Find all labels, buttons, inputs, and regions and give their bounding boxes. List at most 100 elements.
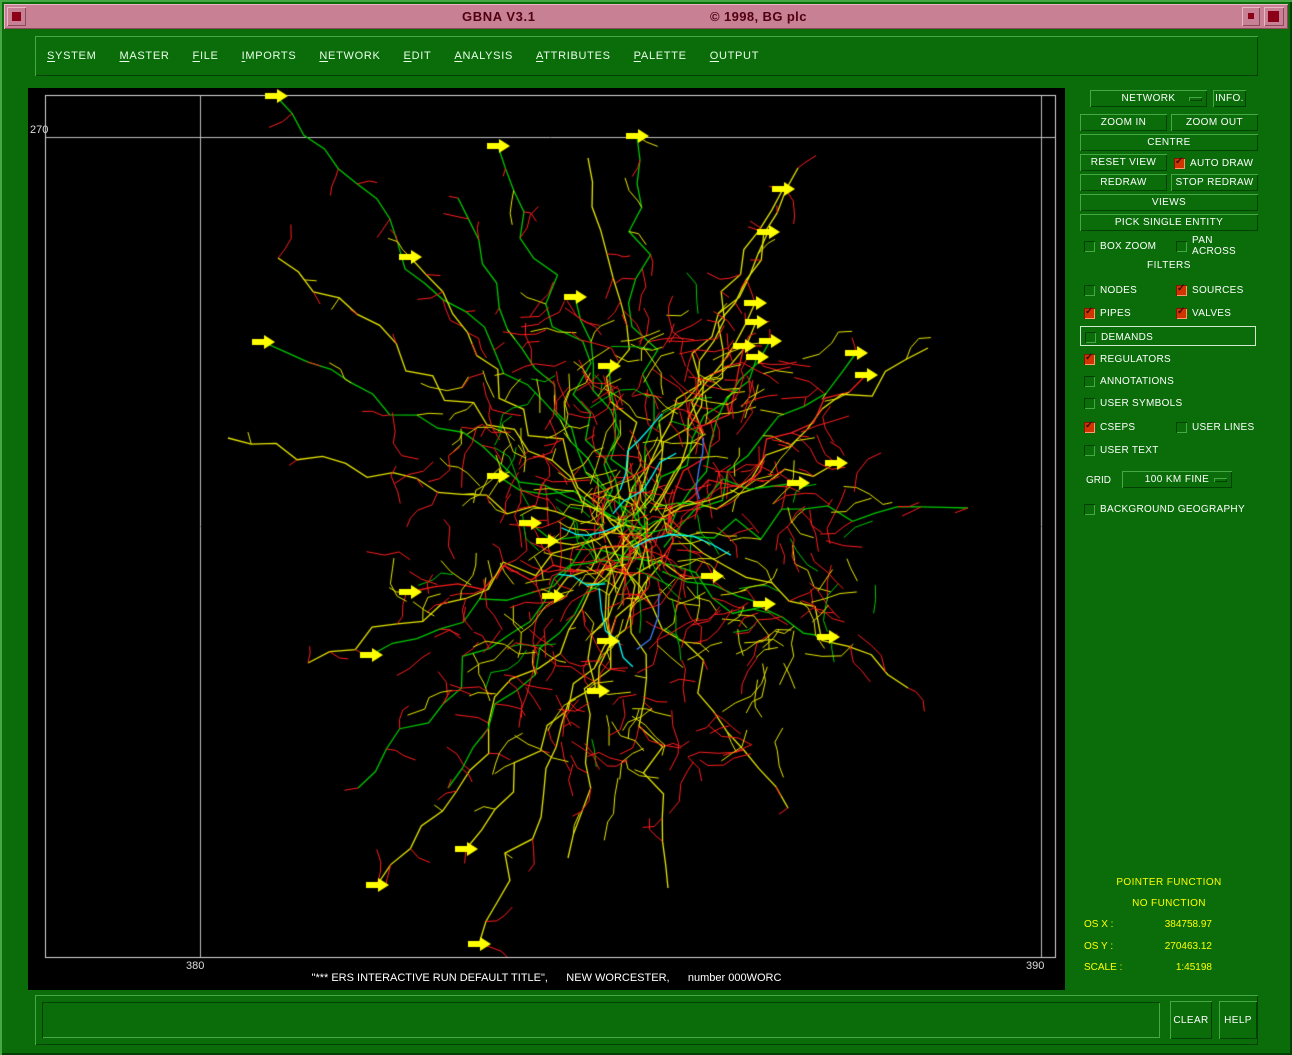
clear-button[interactable]: CLEAR — [1170, 1001, 1212, 1039]
filter-nodes-toggle[interactable]: NODES — [1084, 282, 1137, 298]
menubar: SYSTEM MASTER FILE IMPORTS NETWORK EDIT … — [35, 36, 1258, 76]
scale-label: SCALE : — [1084, 962, 1122, 973]
map-caption: "*** ERS INTERACTIVE RUN DEFAULT TITLE",… — [28, 972, 1065, 984]
statusbar: CLEAR HELP — [35, 995, 1258, 1045]
filter-annotations-toggle[interactable]: ANNOTATIONS — [1084, 373, 1174, 389]
reset-view-button[interactable]: RESET VIEW — [1080, 154, 1167, 171]
os-x-row: OS X : 384758.97 — [1084, 919, 1254, 933]
checkbox-icon — [1084, 445, 1095, 456]
checkbox-icon — [1084, 285, 1095, 296]
menu-imports[interactable]: IMPORTS — [242, 50, 297, 62]
grid-scale-value: 100 KM FINE — [1145, 474, 1209, 485]
filter-valves-label: VALVES — [1192, 308, 1231, 319]
checkbox-icon — [1084, 376, 1095, 387]
filter-regulators-label: REGULATORS — [1100, 354, 1171, 365]
filter-cseps-label: CSEPS — [1100, 422, 1135, 433]
checkbox-icon — [1084, 398, 1095, 409]
checkbox-icon — [1084, 422, 1095, 433]
background-geography-label: BACKGROUND GEOGRAPHY — [1100, 504, 1245, 515]
window-title: GBNA V3.1 — [462, 9, 536, 24]
filter-user-text-toggle[interactable]: USER TEXT — [1084, 442, 1159, 458]
filter-pipes-label: PIPES — [1100, 308, 1131, 319]
help-button[interactable]: HELP — [1219, 1001, 1257, 1039]
minimize-button[interactable] — [1242, 7, 1260, 26]
menu-file[interactable]: FILE — [193, 50, 219, 62]
menu-analysis[interactable]: ANALYSIS — [454, 50, 513, 62]
menu-output[interactable]: OUTPUT — [710, 50, 759, 62]
menu-network[interactable]: NETWORK — [319, 50, 380, 62]
checkbox-icon — [1084, 241, 1095, 252]
os-y-value: 270463.12 — [1165, 941, 1212, 952]
box-zoom-label: BOX ZOOM — [1100, 241, 1156, 252]
filter-user-text-label: USER TEXT — [1100, 445, 1159, 456]
checkbox-icon — [1084, 354, 1095, 365]
scale-row: SCALE : 1:45198 — [1084, 962, 1254, 976]
filter-cseps-toggle[interactable]: CSEPS — [1084, 419, 1135, 435]
checkbox-icon — [1084, 308, 1095, 319]
checkbox-icon — [1176, 241, 1187, 252]
network-mode-dropdown[interactable]: NETWORK — [1090, 90, 1207, 107]
grid-label-easting-right: 390 — [1026, 960, 1044, 972]
menu-edit[interactable]: EDIT — [404, 50, 432, 62]
stop-redraw-button[interactable]: STOP REDRAW — [1171, 174, 1258, 191]
grid-label-northing: 270 — [30, 124, 48, 136]
checkbox-icon — [1174, 158, 1185, 169]
control-panel: NETWORK INFO. ZOOM IN ZOOM OUT CENTRE RE… — [1080, 88, 1258, 990]
filter-nodes-label: NODES — [1100, 285, 1137, 296]
filter-annotations-label: ANNOTATIONS — [1100, 376, 1174, 387]
network-mode-label: NETWORK — [1122, 93, 1176, 104]
zoom-in-button[interactable]: ZOOM IN — [1080, 114, 1167, 131]
minimize-icon — [1248, 13, 1254, 19]
maximize-icon — [1268, 11, 1279, 22]
filter-user-lines-toggle[interactable]: USER LINES — [1176, 419, 1254, 435]
scale-value: 1:45198 — [1176, 962, 1212, 973]
pan-across-toggle[interactable]: PAN ACROSS — [1176, 238, 1258, 254]
zoom-out-button[interactable]: ZOOM OUT — [1171, 114, 1258, 131]
filter-user-symbols-toggle[interactable]: USER SYMBOLS — [1084, 395, 1183, 411]
os-x-label: OS X : — [1084, 919, 1113, 930]
maximize-button[interactable] — [1264, 7, 1284, 26]
dropdown-dash-icon — [1189, 97, 1202, 101]
filter-demands-toggle[interactable]: DEMANDS — [1085, 329, 1153, 345]
grid-label: GRID — [1086, 475, 1111, 486]
menu-palette[interactable]: PALETTE — [634, 50, 687, 62]
checkbox-icon — [1176, 422, 1187, 433]
window-menu-button[interactable] — [7, 7, 26, 26]
os-y-row: OS Y : 270463.12 — [1084, 941, 1254, 955]
pointer-function-heading: POINTER FUNCTION — [1080, 877, 1258, 888]
filter-valves-toggle[interactable]: VALVES — [1176, 305, 1231, 321]
filter-sources-toggle[interactable]: SOURCES — [1176, 282, 1244, 298]
filter-sources-label: SOURCES — [1192, 285, 1244, 296]
grid-scale-dropdown[interactable]: 100 KM FINE — [1122, 471, 1232, 488]
redraw-button[interactable]: REDRAW — [1080, 174, 1167, 191]
filter-demands-label: DEMANDS — [1101, 332, 1153, 343]
command-input[interactable] — [42, 1002, 1160, 1038]
pan-across-label: PAN ACROSS — [1192, 235, 1258, 257]
grid-label-easting-left: 380 — [186, 960, 204, 972]
views-button[interactable]: VIEWS — [1080, 194, 1258, 211]
app-window: GBNA V3.1 © 1998, BG plc SYSTEM MASTER F… — [0, 0, 1292, 1055]
auto-draw-toggle[interactable]: AUTO DRAW — [1174, 155, 1253, 171]
map-viewport[interactable]: 270 380 390 "*** ERS INTERACTIVE RUN DEF… — [28, 88, 1065, 990]
filters-heading: FILTERS — [1080, 260, 1258, 271]
background-geography-toggle[interactable]: BACKGROUND GEOGRAPHY — [1084, 501, 1245, 517]
box-zoom-toggle[interactable]: BOX ZOOM — [1084, 238, 1156, 254]
info-button[interactable]: INFO. — [1213, 90, 1246, 107]
menu-attributes[interactable]: ATTRIBUTES — [536, 50, 611, 62]
menu-system[interactable]: SYSTEM — [47, 50, 96, 62]
filter-pipes-toggle[interactable]: PIPES — [1084, 305, 1131, 321]
window-copyright: © 1998, BG plc — [710, 9, 807, 24]
titlebar[interactable]: GBNA V3.1 © 1998, BG plc — [4, 4, 1288, 29]
network-map-canvas[interactable] — [28, 88, 1065, 990]
os-x-value: 384758.97 — [1165, 919, 1212, 930]
auto-draw-label: AUTO DRAW — [1190, 158, 1253, 169]
centre-button[interactable]: CENTRE — [1080, 134, 1258, 151]
menu-master[interactable]: MASTER — [119, 50, 169, 62]
pick-single-entity-button[interactable]: PICK SINGLE ENTITY — [1080, 214, 1258, 231]
dropdown-dash-icon — [1214, 478, 1227, 482]
filter-user-lines-label: USER LINES — [1192, 422, 1254, 433]
filter-regulators-toggle[interactable]: REGULATORS — [1084, 351, 1171, 367]
os-y-label: OS Y : — [1084, 941, 1113, 952]
checkbox-icon — [1176, 308, 1187, 319]
checkbox-icon — [1085, 332, 1096, 343]
